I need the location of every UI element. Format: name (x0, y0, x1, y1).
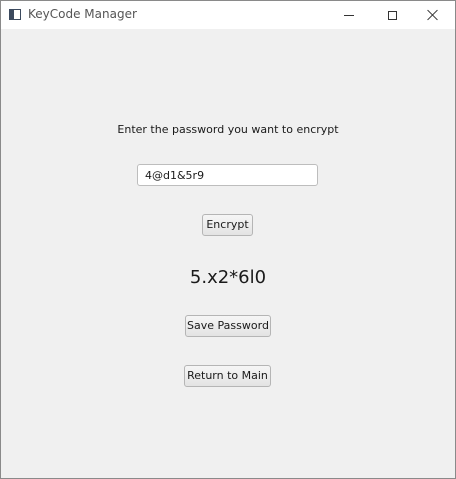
close-icon (426, 9, 438, 21)
app-window: KeyCode Manager Enter the password you w… (0, 0, 456, 479)
maximize-icon (387, 10, 397, 20)
return-to-main-button[interactable]: Return to Main (184, 365, 271, 387)
window-app-icon (9, 9, 21, 20)
password-prompt-label: Enter the password you want to encrypt (117, 123, 339, 136)
window-title: KeyCode Manager (28, 7, 137, 21)
minimize-icon (344, 14, 354, 16)
password-input[interactable] (137, 164, 318, 186)
encrypt-button[interactable]: Encrypt (202, 214, 253, 236)
minimize-button[interactable] (326, 1, 372, 29)
save-password-button[interactable]: Save Password (185, 315, 271, 337)
title-bar[interactable]: KeyCode Manager (1, 1, 455, 29)
close-button[interactable] (409, 1, 455, 29)
main-content: Enter the password you want to encrypt E… (1, 29, 455, 478)
encrypted-result: 5.x2*6l0 (189, 267, 267, 288)
